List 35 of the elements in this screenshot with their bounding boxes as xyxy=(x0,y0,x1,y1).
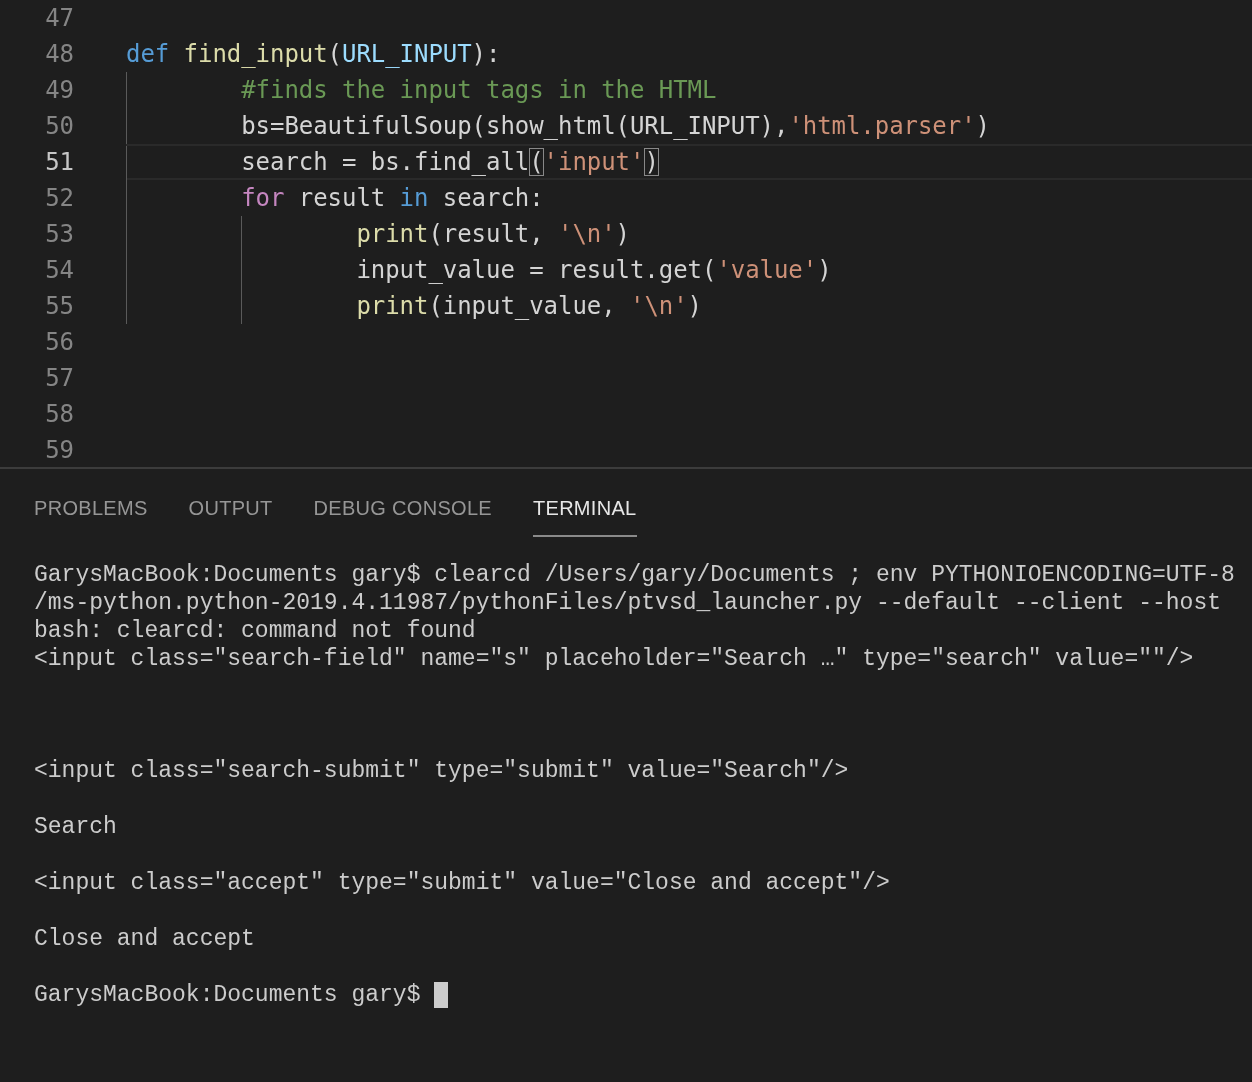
line-number: 56 xyxy=(44,327,74,358)
line-number: 52 xyxy=(44,183,74,214)
line-number: 50 xyxy=(44,111,74,142)
code-line: for result in search: xyxy=(240,183,544,214)
panel-tab[interactable]: OUTPUT xyxy=(188,493,273,537)
panel-tab[interactable]: TERMINAL xyxy=(532,493,637,537)
line-number: 53 xyxy=(44,219,74,250)
line-number: 47 xyxy=(44,3,74,34)
terminal-line: GarysMacBook:Documents gary$ clearcd /Users/gary/Documents ; env PYTHONIOENCODING=UTF-8 xyxy=(34,561,1235,589)
terminal-line: Search xyxy=(34,813,117,841)
line-number: 54 xyxy=(44,255,74,286)
panel-tab[interactable]: PROBLEMS xyxy=(34,493,148,537)
terminal-prompt: GarysMacBook:Documents gary$ xyxy=(34,981,421,1009)
code-line: bs=BeautifulSoup(show_html(URL_INPUT),'html.parser') xyxy=(240,111,990,142)
code-line: def find_input(URL_INPUT): xyxy=(126,39,501,70)
code-line: print(input_value, '\n') xyxy=(355,291,702,322)
code-line: print(result, '\n') xyxy=(355,219,630,250)
line-number: 48 xyxy=(44,39,74,70)
terminal-line: bash: clearcd: command not found xyxy=(34,617,476,645)
code-line: #finds the input tags in the HTML xyxy=(240,75,717,106)
line-number: 55 xyxy=(44,291,74,322)
terminal-line: <input class="search-field" name="s" placeholder="Search …" type="search" value=""/> xyxy=(34,645,1194,673)
cursor-icon xyxy=(434,982,449,1008)
line-number: 49 xyxy=(44,75,74,106)
code-line: input_value = result.get('value') xyxy=(355,255,832,286)
panel-tab[interactable]: DEBUG CONSOLE xyxy=(313,493,492,537)
line-number: 57 xyxy=(44,363,74,394)
line-number: 58 xyxy=(44,399,74,430)
terminal-line: /ms-python.python-2019.4.11987/pythonFiles/ptvsd_launcher.py --default --client --host xyxy=(34,589,1221,617)
terminal-line: <input class="accept" type="submit" value="Close and accept"/> xyxy=(34,869,890,897)
code-line: search = bs.find_all('input') xyxy=(240,147,659,178)
line-number: 59 xyxy=(44,435,74,466)
terminal-line: <input class="search-submit" type="submit" value="Search"/> xyxy=(34,757,849,785)
terminal-line: Close and accept xyxy=(34,925,255,953)
line-number: 51 xyxy=(44,147,74,178)
